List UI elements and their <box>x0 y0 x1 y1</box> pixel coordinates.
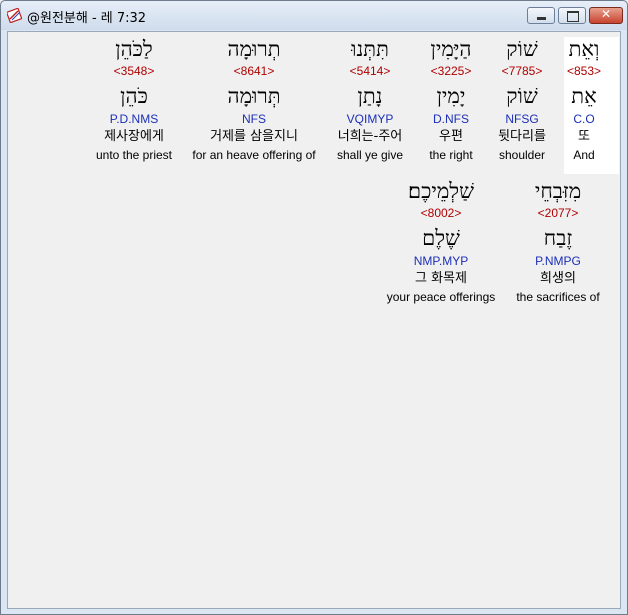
english-gloss: your peace offerings <box>386 290 496 304</box>
korean-gloss: 그 화목제 <box>415 271 467 286</box>
strong-number[interactable]: <8002> <box>371 205 511 221</box>
minimize-icon <box>537 17 546 20</box>
interlinear-panel: וְאֵת <853> אֵת C.O 또 And שׁוֹק <7785> ש… <box>7 31 621 609</box>
close-button[interactable]: ✕ <box>589 7 623 24</box>
parsing-code: NFS <box>242 112 266 126</box>
hebrew-lemma: כֹּהֵן <box>120 84 148 108</box>
hebrew-lemma: שֶׁלֶם <box>422 226 460 250</box>
minimize-button[interactable] <box>527 7 555 24</box>
parsing-code: P.D.NMS <box>109 112 159 126</box>
word-cell[interactable]: תְרוּמָה <8641> תְּרוּמָה NFS 거제를 삼을지니 f… <box>184 36 324 163</box>
app-window: @원전분해 - 레 7:32 ✕ וְאֵת <853> אֵת C.O 또 A… <box>0 0 628 615</box>
english-gloss: unto the priest <box>95 148 173 162</box>
parsing-code: NMP.MYP <box>413 254 469 268</box>
window-title: @원전분해 - 레 7:32 <box>27 11 147 26</box>
title-bar[interactable]: @원전분해 - 레 7:32 ✕ <box>1 1 627 30</box>
maximize-icon <box>567 11 579 22</box>
strong-number[interactable]: <3548> <box>64 63 204 79</box>
korean-gloss: 제사장에게 <box>104 129 164 144</box>
maximize-button[interactable] <box>558 7 586 24</box>
hebrew-lemma: תְּרוּמָה <box>227 84 281 108</box>
english-gloss: for an heave offering of <box>192 148 316 162</box>
word-cell[interactable]: לַכֹּהֵן <3548> כֹּהֵן P.D.NMS 제사장에게 unt… <box>64 36 204 163</box>
strong-number[interactable]: <8641> <box>184 63 324 79</box>
hebrew-word: תְרוּמָה <box>227 37 281 61</box>
hebrew-word: לַכֹּהֵן <box>115 37 153 61</box>
hebrew-word: שַׁלְמֵיכֶם׃ <box>407 179 474 203</box>
close-icon: ✕ <box>600 7 612 21</box>
app-icon <box>7 8 22 23</box>
korean-gloss: 거제를 삼을지니 <box>210 129 298 144</box>
word-cell[interactable]: שַׁלְמֵיכֶם׃ <8002> שֶׁלֶם NMP.MYP 그 화목제… <box>371 178 511 305</box>
